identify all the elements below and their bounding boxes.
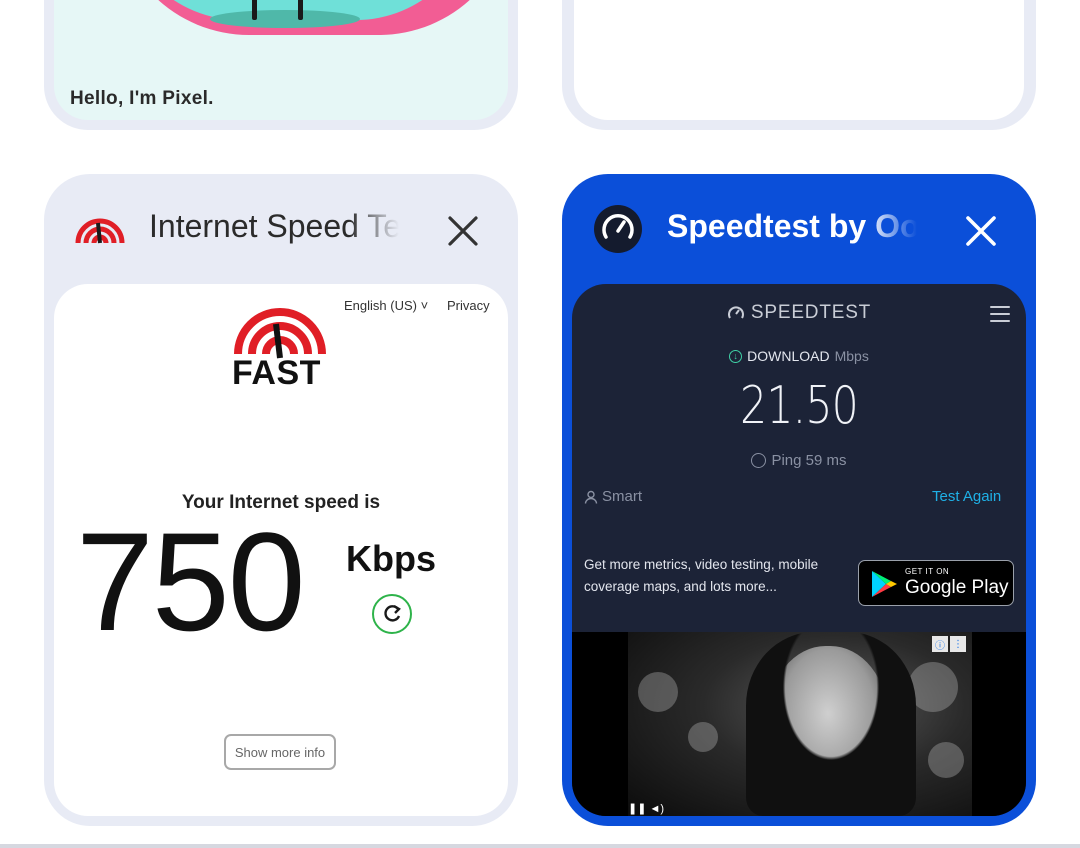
- privacy-link[interactable]: Privacy: [447, 298, 490, 313]
- test-again-link[interactable]: Test Again: [932, 488, 1001, 505]
- reload-icon[interactable]: [372, 594, 412, 634]
- pixel-greeting: Hello, I'm Pixel.: [70, 88, 214, 109]
- navigation-bar-edge: [0, 844, 1080, 848]
- speedtest-logo-icon: [727, 306, 744, 319]
- close-icon[interactable]: [958, 208, 1004, 254]
- download-unit: Mbps: [834, 348, 869, 364]
- close-icon[interactable]: [440, 208, 486, 254]
- download-icon: ↓: [729, 349, 743, 363]
- hamburger-menu-icon[interactable]: [990, 306, 1010, 322]
- ping-text: Ping 59 ms: [771, 452, 847, 469]
- bokeh-light: [688, 722, 718, 752]
- ad-image: [628, 632, 972, 816]
- ad-choices[interactable]: ⓘ ⋮: [932, 636, 966, 652]
- ping-icon: [751, 453, 767, 468]
- ad-more-icon[interactable]: ⋮: [950, 636, 966, 652]
- video-controls[interactable]: ❚❚ ◄): [628, 802, 664, 815]
- app-preview[interactable]: English (US) ˅ Privacy FAST Your Interne…: [54, 284, 508, 816]
- download-value: 21.50: [740, 376, 859, 436]
- show-more-info-button[interactable]: Show more info: [224, 734, 336, 770]
- card-header: Speedtest by Ookla: [562, 174, 1036, 284]
- promo-text: Get more metrics, video testing, mobile …: [584, 557, 819, 594]
- blob-shadow: [210, 10, 360, 28]
- recent-app-card-pixel-tips[interactable]: Hello, I'm Pixel.: [44, 0, 518, 130]
- recent-app-card-blank[interactable]: [562, 0, 1036, 130]
- speed-unit: Kbps: [346, 538, 436, 579]
- recent-app-card-internet-speed-test[interactable]: Internet Speed Test English (US) ˅ Priva…: [44, 174, 518, 826]
- connection-type: Smart: [584, 488, 642, 505]
- app-preview[interactable]: [574, 0, 1024, 120]
- bokeh-light: [928, 742, 964, 778]
- speedtest-brand-text: SPEEDTEST: [750, 302, 872, 323]
- badge-get-it-on: GET IT ON: [905, 567, 950, 576]
- card-header: Internet Speed Test: [44, 174, 518, 284]
- ad-info-icon[interactable]: ⓘ: [932, 636, 948, 652]
- app-preview[interactable]: Hello, I'm Pixel.: [54, 0, 508, 120]
- speedtest-gauge-icon[interactable]: [590, 205, 646, 253]
- fast-logo-text: FAST: [232, 354, 321, 392]
- user-icon: [584, 490, 598, 504]
- ad-person-hair: [746, 632, 916, 816]
- app-preview[interactable]: SPEEDTEST ↓ DOWNLOAD Mbps 21.50 Ping 59 …: [572, 284, 1026, 816]
- ping-row: Ping 59 ms: [572, 452, 1026, 469]
- speed-value: 750: [76, 503, 306, 660]
- connection-label: Smart: [602, 488, 643, 505]
- recent-app-card-speedtest[interactable]: Speedtest by Ookla SPEEDTEST ↓ DOWNLOAD …: [562, 174, 1036, 826]
- character-leg: [298, 0, 303, 20]
- app-title: Speedtest by Ookla: [667, 208, 917, 244]
- fast-speedometer-icon[interactable]: [72, 206, 128, 252]
- download-label: DOWNLOAD: [747, 348, 830, 364]
- app-title: Internet Speed Test: [149, 208, 399, 244]
- badge-google-play: Google Play: [905, 577, 1009, 598]
- video-ad[interactable]: ⓘ ⋮ ❚❚ ◄): [572, 632, 1026, 816]
- recents-overview: Hello, I'm Pixel. Internet Speed Test En…: [0, 0, 1080, 848]
- speedtest-brand: SPEEDTEST: [572, 302, 1026, 324]
- google-play-badge[interactable]: GET IT ON Google Play: [858, 560, 1014, 606]
- google-play-icon: [872, 571, 897, 597]
- language-select[interactable]: English (US) ˅: [344, 298, 428, 313]
- bokeh-light: [638, 672, 678, 712]
- character-leg: [252, 0, 257, 20]
- download-label-row: ↓ DOWNLOAD Mbps: [572, 348, 1026, 364]
